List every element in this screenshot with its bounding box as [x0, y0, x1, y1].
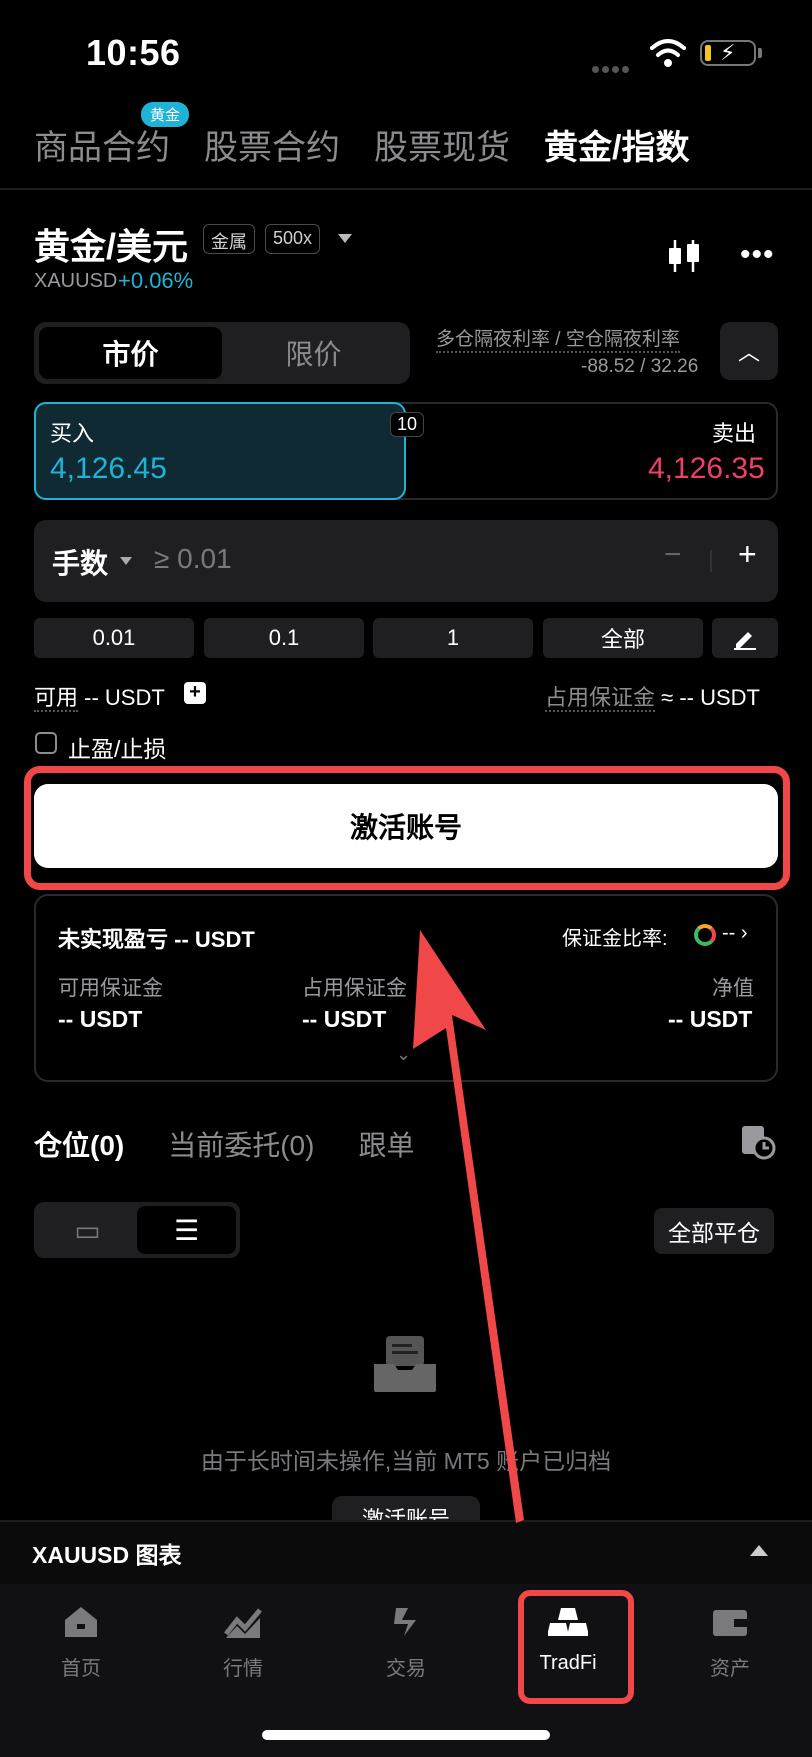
quantity-plus-button[interactable]: + [738, 536, 757, 573]
buy-label: 买入 [50, 421, 95, 446]
available-value: -- USDT [84, 685, 165, 710]
quantity-separator [710, 550, 712, 572]
quantity-unit-dropdown-icon[interactable] [120, 557, 132, 565]
symbol-title[interactable]: 黄金/美元 [34, 218, 188, 270]
available-margin-value: -- USDT [58, 1006, 143, 1032]
margin-ratio-value[interactable]: -- › [722, 922, 748, 945]
tab-stock-spot[interactable]: 股票现货 [374, 120, 510, 169]
collapse-button[interactable]: ︿ [720, 322, 778, 380]
divider [0, 188, 812, 190]
home-indicator [262, 1730, 550, 1740]
nav-assets[interactable]: 资产 [670, 1604, 790, 1681]
tpsl-label[interactable]: 止盈/止损 [68, 730, 166, 764]
order-history-icon[interactable] [740, 1124, 776, 1160]
order-type-switch: 市价 限价 [34, 322, 410, 384]
tab-open-orders[interactable]: 当前委托(0) [168, 1124, 314, 1164]
highlight-box [24, 766, 790, 890]
card-view-icon: ▭ [74, 1214, 101, 1246]
used-margin-label: 占用保证金 [302, 977, 407, 1000]
empty-state-text: 由于长时间未操作,当前 MT5 账户已归档 [200, 1448, 612, 1474]
tab-positions[interactable]: 仓位(0) [34, 1124, 124, 1164]
occupied-margin-label[interactable]: 占用保证金 [545, 685, 656, 712]
nav-home[interactable]: 首页 [21, 1604, 141, 1681]
list-view-icon: ☰ [173, 1214, 200, 1246]
quantity-input[interactable]: ≥ 0.01 [154, 543, 232, 575]
tab-copy-trading[interactable]: 跟单 [358, 1124, 414, 1164]
equity-label: 净值 [712, 977, 754, 1000]
limit-order-tab[interactable]: 限价 [222, 327, 405, 379]
wallet-icon [713, 1610, 747, 1636]
gauge-icon [694, 924, 716, 946]
battery-icon: ⚡ [700, 40, 756, 66]
preset-0-01[interactable]: 0.01 [34, 618, 194, 658]
highlight-box-tradfi [518, 1590, 634, 1704]
leverage-tag: 500x [265, 224, 321, 254]
deposit-plus-icon[interactable]: + [184, 682, 206, 704]
tab-stock-contracts[interactable]: 股票合约 [204, 120, 340, 169]
preset-1[interactable]: 1 [373, 618, 533, 658]
card-view-button[interactable]: ▭ [38, 1206, 137, 1254]
market-order-tab[interactable]: 市价 [39, 327, 222, 379]
pencil-icon [734, 632, 756, 650]
empty-inbox-icon [374, 1336, 436, 1392]
list-view-button[interactable]: ☰ [137, 1206, 236, 1254]
tab-badge-gold: 黄金 [141, 102, 190, 127]
close-all-button[interactable]: 全部平仓 [654, 1208, 774, 1254]
quantity-label[interactable]: 手数 [52, 542, 108, 582]
occupied-margin: 占用保证金 ≈ -- USDT [545, 680, 760, 712]
tab-commodity-contracts[interactable]: 商品合约 [34, 120, 170, 169]
wifi-icon [650, 39, 686, 67]
equity-value: -- USDT [668, 1006, 753, 1032]
expand-chevron-icon[interactable]: ⌄ [396, 1044, 411, 1065]
tpsl-checkbox[interactable] [35, 732, 57, 754]
view-mode-switch: ▭ ☰ [34, 1202, 240, 1258]
candlestick-chart-icon[interactable] [666, 238, 702, 274]
preset-all[interactable]: 全部 [543, 618, 703, 658]
cellular-signal-icon [592, 60, 634, 73]
unrealized-pnl: 未实现盈亏 -- USDT [58, 927, 255, 952]
expand-up-icon[interactable] [750, 1545, 768, 1556]
preset-0-1[interactable]: 0.1 [204, 618, 364, 658]
spread-badge: 10 [390, 412, 425, 437]
available-margin-label: 可用保证金 [58, 977, 163, 1000]
market-tabs: 商品合约 股票合约 股票现货 黄金/指数 [34, 120, 723, 169]
home-icon [65, 1607, 97, 1637]
quantity-minus-button[interactable]: − [664, 538, 682, 572]
overnight-rate-label[interactable]: 多仓隔夜利率 / 空仓隔夜利率 [436, 324, 680, 353]
sell-label: 卖出 [712, 421, 757, 446]
occupied-margin-value: ≈ -- USDT [661, 685, 760, 710]
symbol-code: XAUUSD [34, 270, 118, 292]
overnight-rate-value: -88.52 / 32.26 [581, 356, 699, 377]
market-icon [224, 1608, 262, 1638]
available-label[interactable]: 可用 [34, 685, 79, 712]
sell-price: 4,126.35 [648, 452, 765, 485]
more-options-icon[interactable]: ••• [740, 240, 775, 270]
trade-icon [394, 1608, 416, 1636]
symbol-tag: 金属 [203, 224, 255, 254]
nav-trade[interactable]: 交易 [346, 1604, 466, 1681]
tab-gold-index[interactable]: 黄金/指数 [544, 120, 689, 169]
nav-market[interactable]: 行情 [183, 1604, 303, 1681]
buy-price: 4,126.45 [50, 452, 167, 485]
chart-drawer-label: XAUUSD 图表 [32, 1542, 182, 1568]
margin-ratio-label: 保证金比率: [562, 928, 668, 950]
symbol-dropdown-icon[interactable] [338, 234, 352, 243]
available-balance: 可用 -- USDT [34, 680, 165, 712]
used-margin-value: -- USDT [302, 1006, 387, 1032]
chevron-up-icon: ︿ [737, 340, 760, 365]
battery-cap [758, 48, 762, 58]
symbol-change: +0.06% [118, 268, 194, 293]
status-time: 10:56 [86, 32, 181, 73]
edit-presets-button[interactable] [712, 618, 778, 658]
position-tabs: 仓位(0) 当前委托(0) 跟单 [34, 1124, 458, 1164]
